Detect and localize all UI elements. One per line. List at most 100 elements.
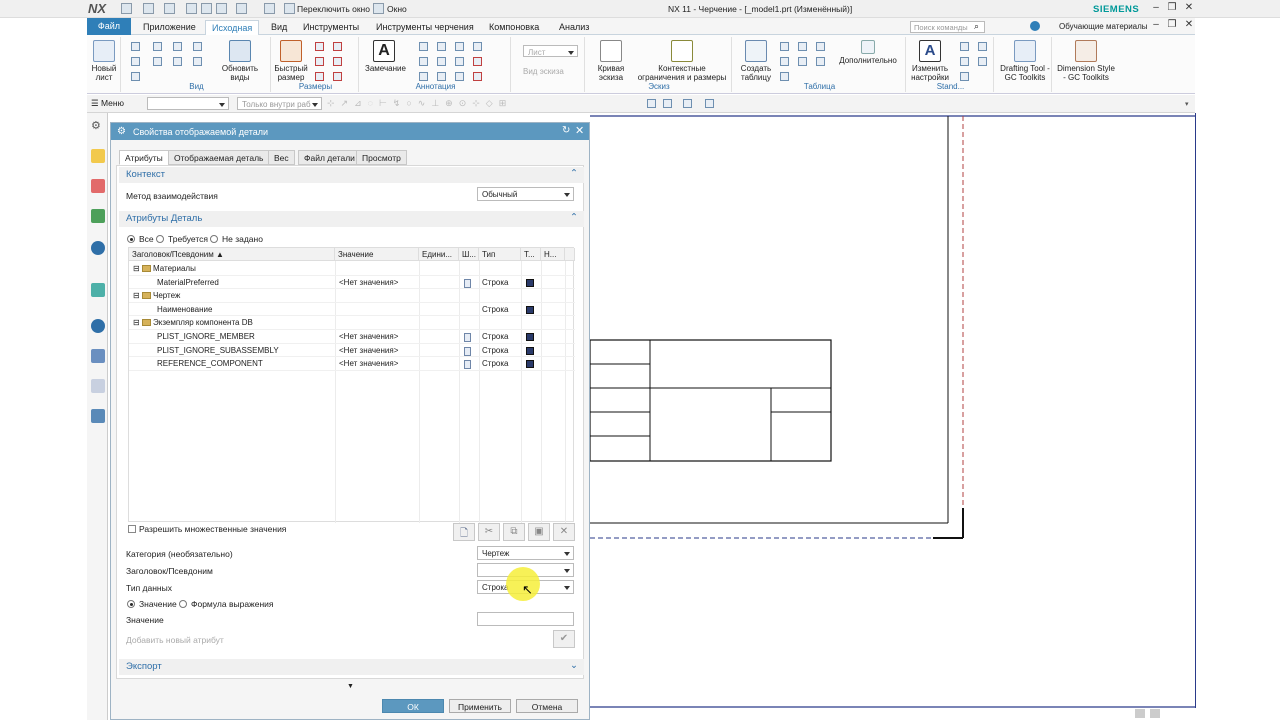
crosshatch-icon[interactable]: [455, 42, 464, 51]
menu-button[interactable]: ☰ Меню: [91, 98, 124, 109]
standard-tool3-icon[interactable]: [960, 72, 969, 81]
mode-value-radio[interactable]: [127, 600, 135, 608]
save-icon[interactable]: [121, 3, 132, 14]
view-tool2-icon[interactable]: [173, 57, 182, 66]
interaction-method-select[interactable]: Обычный: [477, 187, 574, 201]
search-icon[interactable]: ⌕: [974, 21, 979, 32]
dimension-style-button[interactable]: Dimension Style - GC Toolkits: [1056, 40, 1116, 82]
table-row[interactable]: REFERENCE_COMPONENT <Нет значения> Строк…: [129, 357, 575, 371]
tree-toggle-icon[interactable]: ⊟: [133, 318, 140, 327]
snap-point-icons[interactable]: ⊹↗⊿◌⊢↯○∿⊥⊕⊙⊹◇⊞: [327, 98, 677, 110]
table-row[interactable]: MaterialPreferred <Нет значения> Строка: [129, 276, 575, 290]
export-section-header[interactable]: Экспорт ⌄: [119, 659, 584, 675]
redo-icon[interactable]: [164, 3, 175, 14]
standard-tool4-icon[interactable]: [978, 42, 987, 51]
constraints-button[interactable]: Контекстные ограничения и размеры: [637, 40, 727, 82]
area-fill-icon[interactable]: [473, 57, 482, 66]
hatch-icon[interactable]: [473, 72, 482, 81]
learning-materials-link[interactable]: Обучающие материалы: [1059, 22, 1148, 31]
table-group-row[interactable]: ⊟ Материалы: [129, 262, 575, 276]
linear-dim-icon[interactable]: [315, 42, 324, 51]
standard-tool-icon[interactable]: [960, 42, 969, 51]
thickness-dim-icon[interactable]: [333, 57, 342, 66]
table-row[interactable]: PLIST_IGNORE_MEMBER <Нет значения> Строк…: [129, 330, 575, 344]
tab-analysis[interactable]: Анализ: [553, 20, 595, 35]
undo-icon[interactable]: [143, 3, 154, 14]
window-icon[interactable]: [373, 3, 384, 14]
column-header-pattern[interactable]: Ш...: [459, 248, 479, 261]
arc-length-dim-icon[interactable]: [333, 72, 342, 81]
quick-dimension-button[interactable]: Быстрый размер: [273, 40, 309, 82]
parts-list-icon[interactable]: [780, 42, 789, 51]
restore-button[interactable]: ❐: [1164, 2, 1180, 15]
target-point-icon[interactable]: [437, 57, 446, 66]
system-materials-icon[interactable]: [91, 409, 105, 423]
new-sheet-button[interactable]: Новый лист: [89, 40, 119, 82]
apply-button[interactable]: Применить: [449, 699, 511, 713]
new-attribute-icon[interactable]: 🗋: [453, 523, 475, 541]
cancel-button[interactable]: Отмена: [516, 699, 578, 713]
status-icon-2[interactable]: [1150, 709, 1160, 718]
tab-weight[interactable]: Вес: [268, 150, 295, 165]
table-tool4-icon[interactable]: [816, 57, 825, 66]
switch-window-icon[interactable]: [284, 3, 295, 14]
touch-mode-icon[interactable]: [264, 3, 275, 14]
section-view-icon[interactable]: [131, 72, 140, 81]
angular-dim-icon[interactable]: [315, 72, 324, 81]
tab-layout[interactable]: Компоновка: [483, 20, 545, 35]
roles-icon[interactable]: [91, 379, 105, 393]
tab-drafting-tools[interactable]: Инструменты черчения: [370, 20, 480, 35]
balloon-icon[interactable]: [437, 72, 446, 81]
filter-required-radio[interactable]: [156, 235, 164, 243]
web-browser-icon[interactable]: [91, 283, 105, 297]
close-icon[interactable]: ✕: [575, 124, 584, 137]
change-settings-button[interactable]: A Изменить настройки: [908, 40, 952, 82]
tree-toggle-icon[interactable]: ⊟: [133, 264, 140, 273]
delete-icon[interactable]: ✕: [553, 523, 575, 541]
table-group-row[interactable]: ⊟ Экземпляр компонента DB: [129, 316, 575, 330]
centerline-icon[interactable]: [455, 57, 464, 66]
surface-finish-icon[interactable]: [419, 72, 428, 81]
attributes-table[interactable]: Заголовок/Псевдоним ▲ Значение Едини... …: [128, 247, 575, 523]
view-tool4-icon[interactable]: [193, 57, 202, 66]
view-tool-icon[interactable]: [173, 42, 182, 51]
selection-scope-select[interactable]: Только внутри раб: [237, 97, 322, 110]
tab-part-file[interactable]: Файл детали: [298, 150, 361, 165]
status-icon[interactable]: [1135, 709, 1145, 718]
drawing-canvas[interactable]: [590, 113, 1195, 708]
detail-view-icon[interactable]: [153, 42, 162, 51]
check-icon[interactable]: ✔: [553, 630, 575, 648]
reuse-library-icon[interactable]: [91, 209, 105, 223]
column-header-n[interactable]: Н...: [541, 248, 565, 261]
window-menu[interactable]: Окно: [387, 4, 407, 14]
tab-displayed-part[interactable]: Отображаемая деталь: [168, 150, 270, 165]
doc-close-button[interactable]: ✕: [1181, 19, 1197, 32]
sketch-curve-button[interactable]: Кривая эскиза: [591, 40, 631, 82]
symbol-icon[interactable]: [455, 72, 464, 81]
tab-view[interactable]: Вид: [265, 20, 293, 35]
doc-minimize-button[interactable]: –: [1148, 19, 1164, 32]
view-orient-icon[interactable]: [663, 99, 672, 108]
image-icon[interactable]: [473, 42, 482, 51]
tab-attributes[interactable]: Атрибуты: [119, 150, 169, 165]
sheet-select[interactable]: Лист: [523, 45, 578, 57]
table-row[interactable]: PLIST_IGNORE_SUBASSEMBLY <Нет значения> …: [129, 344, 575, 358]
base-view-icon[interactable]: [131, 42, 140, 51]
assembly-navigator-icon[interactable]: [91, 179, 105, 193]
cut-icon[interactable]: [186, 3, 197, 14]
column-header-units[interactable]: Едини...: [419, 248, 459, 261]
column-header-title[interactable]: Заголовок/Псевдоним ▲: [129, 248, 335, 261]
switch-window-button[interactable]: Переключить окно: [297, 4, 370, 14]
paste-icon[interactable]: ▣: [528, 523, 550, 541]
info-icon[interactable]: [91, 241, 105, 255]
note-button[interactable]: A Замечание: [365, 40, 406, 73]
break-view-icon[interactable]: [153, 57, 162, 66]
create-table-button[interactable]: Создать таблицу: [738, 40, 774, 82]
process-studio-icon[interactable]: [91, 349, 105, 363]
context-section-header[interactable]: Контекст ⌃: [119, 167, 584, 183]
close-button[interactable]: ✕: [1181, 2, 1197, 15]
filter-unset-radio[interactable]: [210, 235, 218, 243]
category-select[interactable]: Чертеж: [477, 546, 574, 560]
standard-tool5-icon[interactable]: [978, 57, 987, 66]
chamfer-dim-icon[interactable]: [333, 42, 342, 51]
